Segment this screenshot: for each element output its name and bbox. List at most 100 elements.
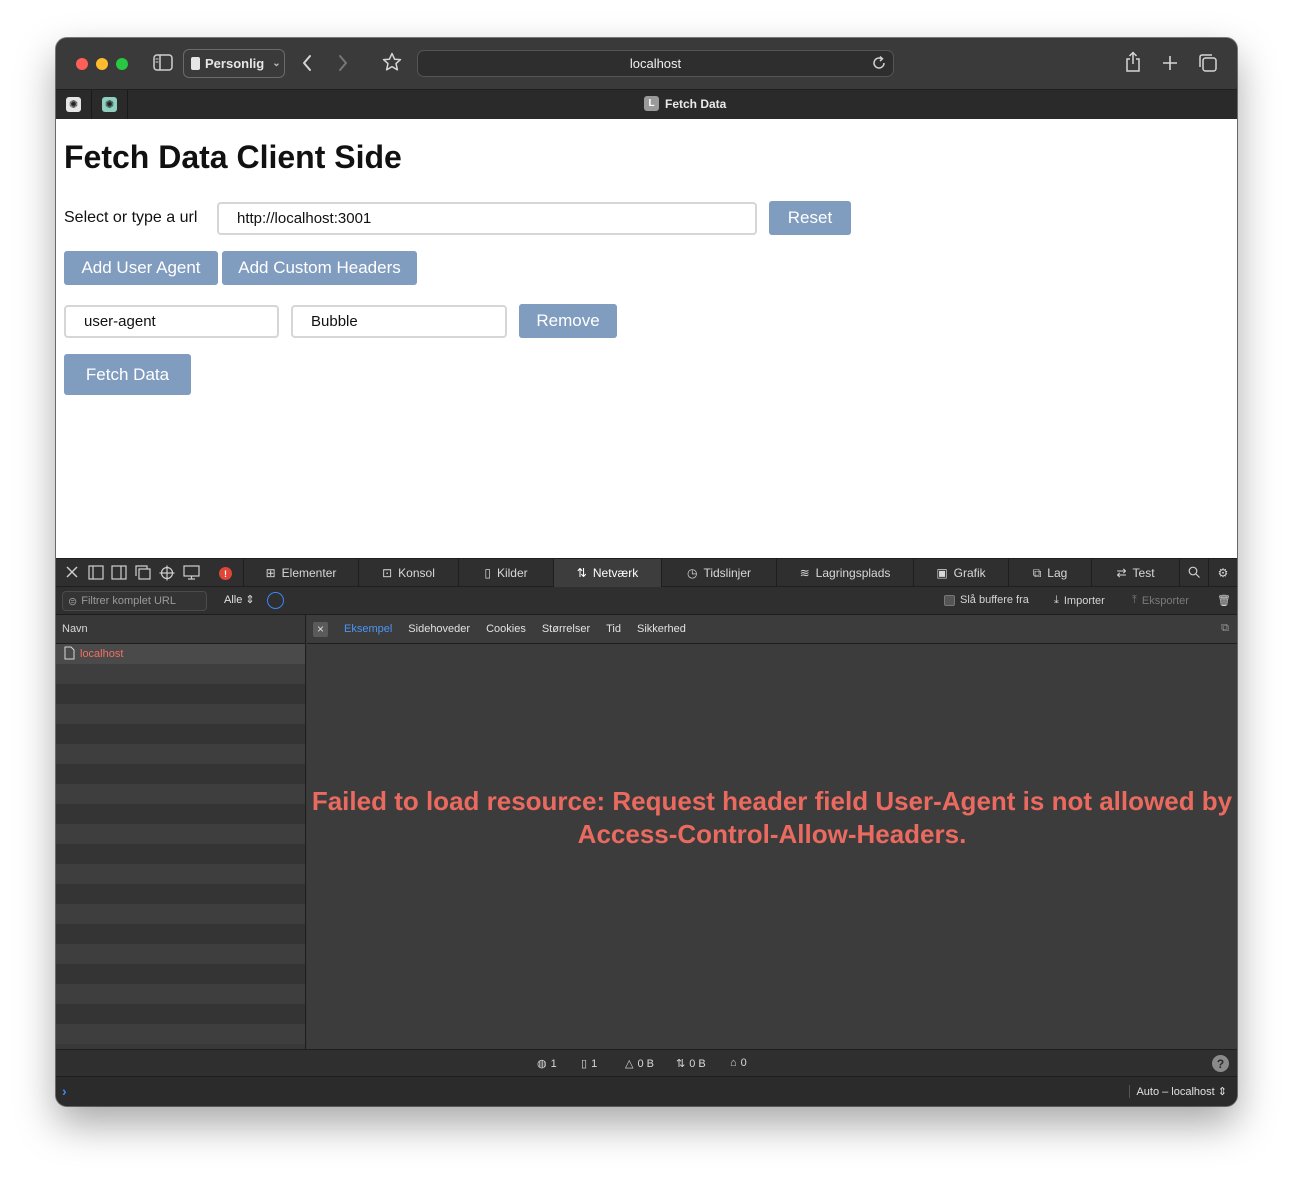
empty-row xyxy=(56,764,305,784)
request-detail: × Eksempel Sidehoveder Cookies Størrelse… xyxy=(307,615,1237,1049)
address-bar[interactable]: localhost xyxy=(417,50,894,77)
tab-favicon: L xyxy=(644,96,659,111)
bookmark-star-icon[interactable] xyxy=(382,52,402,72)
network-icon: ⇅ xyxy=(676,1058,686,1070)
warning-icon: ⌂ xyxy=(730,1057,737,1069)
new-tab-icon[interactable] xyxy=(1161,54,1179,72)
detail-tab-stoerrelser[interactable]: Størrelser xyxy=(542,623,590,635)
weight-icon: △ xyxy=(625,1058,634,1070)
search-icon xyxy=(1188,566,1200,581)
storage-icon: ≋ xyxy=(799,566,810,580)
header-value-input[interactable]: Bubble xyxy=(291,305,507,338)
transferred-size: △ 0 B xyxy=(625,1057,654,1071)
empty-row xyxy=(56,664,305,684)
error-indicator-icon[interactable]: ! xyxy=(219,567,232,580)
errors-count: ⌂ 0 xyxy=(730,1057,747,1069)
tab-konsol[interactable]: ⊡ Konsol xyxy=(358,559,458,587)
search-button[interactable] xyxy=(1179,559,1208,587)
detail-tab-sikkerhed[interactable]: Sikkerhed xyxy=(637,623,686,635)
profile-selector[interactable]: Personlig ⌄ xyxy=(183,49,285,78)
detail-tab-bar: × Eksempel Sidehoveder Cookies Størrelse… xyxy=(307,615,1237,644)
load-error-message: Failed to load resource: Request header … xyxy=(311,786,1233,849)
tab-tidslinjer[interactable]: ◷ Tidslinjer xyxy=(661,559,776,587)
close-window-button[interactable] xyxy=(76,58,88,70)
execution-context-select[interactable]: Auto – localhost ⇕ xyxy=(1129,1085,1227,1098)
clock-icon: ◷ xyxy=(686,566,698,580)
add-custom-headers-button[interactable]: Add Custom Headers xyxy=(222,251,417,285)
tab-bar: ✺ ✺ L Fetch Data xyxy=(56,89,1237,119)
pinned-tab-2[interactable]: ✺ xyxy=(92,90,128,119)
settings-button[interactable]: ⚙ xyxy=(1208,559,1237,587)
sources-icon: ▯ xyxy=(484,566,491,580)
forward-icon[interactable] xyxy=(337,54,349,72)
detail-tab-eksempel[interactable]: Eksempel xyxy=(344,623,392,635)
close-inspector-icon[interactable] xyxy=(65,565,79,579)
dock-right-icon[interactable] xyxy=(111,565,127,580)
reset-button[interactable]: Reset xyxy=(769,201,851,235)
network-icon: ⇅ xyxy=(576,566,587,580)
tab-overview-icon[interactable] xyxy=(1198,53,1218,73)
detail-tab-sidehoveder[interactable]: Sidehoveder xyxy=(408,623,470,635)
request-row[interactable]: localhost xyxy=(56,644,305,664)
graphics-icon: ▣ xyxy=(936,566,948,580)
url-input[interactable]: http://localhost:3001 xyxy=(217,202,757,235)
pinned-tab-1[interactable]: ✺ xyxy=(56,90,92,119)
resource-type-select[interactable]: Alle ⇕ xyxy=(224,593,255,606)
disable-cache-checkbox[interactable] xyxy=(944,594,955,606)
zoom-window-button[interactable] xyxy=(116,58,128,70)
browser-toolbar: Personlig ⌄ localhost xyxy=(56,38,1237,89)
url-filter-input[interactable]: ⊜ Filtrer komplet URL xyxy=(62,591,207,611)
back-icon[interactable] xyxy=(301,54,313,72)
sidebar-icon[interactable] xyxy=(153,54,173,71)
list-header-name[interactable]: Navn xyxy=(56,615,305,644)
tab-netvaerk[interactable]: ⇅ Netværk xyxy=(553,559,661,587)
url-label: Select or type a url xyxy=(64,209,198,226)
gear-icon: ⚙ xyxy=(1217,566,1229,580)
share-icon[interactable] xyxy=(1124,51,1142,73)
empty-row xyxy=(56,784,305,804)
tab-grafik[interactable]: ▣ Grafik xyxy=(913,559,1008,587)
header-name-input[interactable]: user-agent xyxy=(64,305,279,338)
tab-kilder[interactable]: ▯ Kilder xyxy=(458,559,553,587)
console-prompt-bar[interactable]: › Auto – localhost ⇕ xyxy=(56,1077,1237,1106)
reload-icon[interactable] xyxy=(871,55,887,74)
device-settings-icon[interactable] xyxy=(183,565,200,580)
openai-icon: ✺ xyxy=(102,97,117,112)
add-user-agent-button[interactable]: Add User Agent xyxy=(64,251,218,285)
empty-row xyxy=(56,944,305,964)
empty-row xyxy=(56,884,305,904)
layers-icon: ⧉ xyxy=(1032,565,1042,580)
tab-elementer[interactable]: ⊞ Elementer xyxy=(243,559,358,587)
export-button[interactable]: ⤒ Eksporter xyxy=(1132,594,1189,607)
remove-header-button[interactable]: Remove xyxy=(519,304,617,338)
elements-icon: ⊞ xyxy=(265,566,276,580)
filter-icon: ⊜ xyxy=(68,595,78,608)
updown-chevron-icon: ⇕ xyxy=(1217,1086,1227,1098)
profile-icon xyxy=(191,57,200,70)
filter-options-icon[interactable] xyxy=(267,592,284,609)
empty-row xyxy=(56,824,305,844)
minimize-window-button[interactable] xyxy=(96,58,108,70)
detail-tab-cookies[interactable]: Cookies xyxy=(486,623,526,635)
close-detail-icon[interactable]: × xyxy=(313,621,328,637)
disable-cache-toggle[interactable]: Slå buffere fra xyxy=(944,594,1029,606)
undock-icon[interactable] xyxy=(135,565,151,580)
fetch-data-button[interactable]: Fetch Data xyxy=(64,354,191,395)
document-icon: ▯ xyxy=(581,1058,588,1070)
active-tab[interactable]: L Fetch Data xyxy=(644,96,726,111)
help-icon[interactable]: ? xyxy=(1212,1055,1229,1072)
web-inspector: ! ⊞ Elementer ⊡ Konsol ▯ Kilder ⇅ Netværk ◷ T… xyxy=(56,558,1237,1106)
clear-log-icon[interactable]: 🗑 xyxy=(1217,594,1231,607)
detail-tab-tid[interactable]: Tid xyxy=(606,623,621,635)
element-picker-icon[interactable] xyxy=(159,565,175,581)
tab-test[interactable]: ⇄ Test xyxy=(1091,559,1179,587)
empty-row xyxy=(56,1004,305,1024)
tab-lagringsplads[interactable]: ≋ Lagringsplads xyxy=(776,559,913,587)
network-filter-bar: ⊜ Filtrer komplet URL Alle ⇕ Slå buffere… xyxy=(56,587,1237,615)
import-button[interactable]: ⤓ Importer xyxy=(1054,594,1105,607)
tab-lag[interactable]: ⧉ Lag xyxy=(1008,559,1091,587)
page-content: Fetch Data Client Side Select or type a … xyxy=(56,119,1237,558)
copy-icon[interactable]: ⧉ xyxy=(1221,622,1229,635)
dock-bottom-icon[interactable] xyxy=(88,565,104,580)
empty-row xyxy=(56,804,305,824)
